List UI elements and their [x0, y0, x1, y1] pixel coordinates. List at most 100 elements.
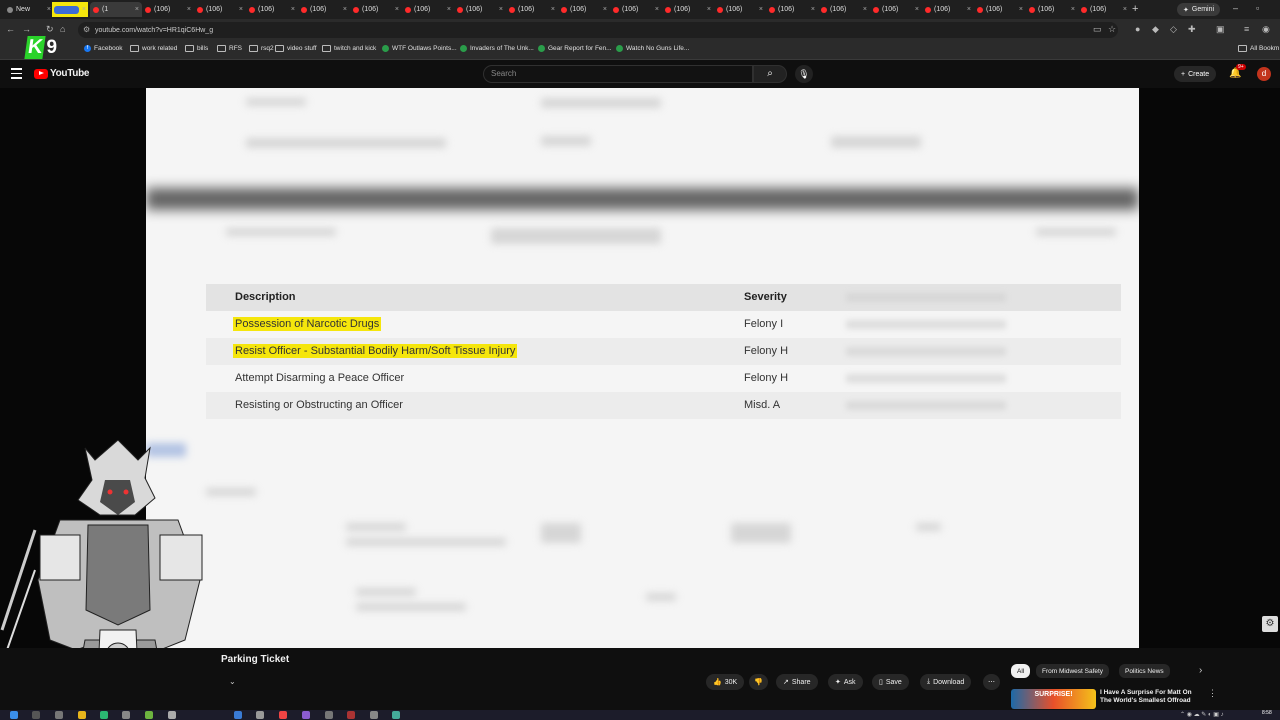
- avatar[interactable]: d: [1257, 67, 1271, 81]
- bookmark-item[interactable]: bills: [185, 45, 208, 52]
- close-tab-icon[interactable]: ×: [82, 6, 86, 13]
- settings-gear-icon[interactable]: [370, 711, 378, 719]
- like-button[interactable]: 👍 30K: [706, 674, 745, 690]
- gemini-button[interactable]: ✦ Gemini: [1177, 3, 1221, 16]
- extension-icon[interactable]: ●: [1135, 24, 1140, 34]
- ask-button[interactable]: ✦ Ask: [828, 674, 863, 690]
- voice-search-button[interactable]: 🎙: [795, 65, 813, 83]
- bookmark-item[interactable]: WTF Outlaws Points...: [382, 45, 457, 52]
- app-icon[interactable]: [256, 711, 264, 719]
- app-icon[interactable]: [168, 711, 176, 719]
- bookmark-item[interactable]: work related: [130, 45, 177, 52]
- close-tab-icon[interactable]: ×: [499, 6, 503, 13]
- search-button[interactable]: ⌕: [753, 65, 787, 83]
- bookmark-item[interactable]: Invaders of The Unk...: [460, 45, 534, 52]
- browser-tab[interactable]: (106) ×: [558, 2, 610, 17]
- chevron-down-icon[interactable]: ⌄: [229, 677, 236, 686]
- extension-icon[interactable]: ◆: [1152, 24, 1159, 35]
- chip-all[interactable]: All: [1011, 664, 1031, 678]
- windows-start-icon[interactable]: [10, 711, 18, 719]
- share-button[interactable]: ↗ Share: [776, 674, 818, 690]
- app-icon[interactable]: [234, 711, 242, 719]
- overlay-settings-icon[interactable]: ⚙: [1262, 616, 1278, 632]
- file-explorer-icon[interactable]: [78, 711, 86, 719]
- youtube-logo[interactable]: YouTube: [34, 68, 90, 79]
- reload-icon[interactable]: ↻: [46, 24, 54, 35]
- app-icon[interactable]: [302, 711, 310, 719]
- close-tab-icon[interactable]: ×: [47, 6, 51, 13]
- close-tab-icon[interactable]: ×: [343, 6, 347, 13]
- browser-tab[interactable]: (106) ×: [974, 2, 1026, 17]
- browser-tab[interactable]: (106) ×: [870, 2, 922, 17]
- more-vertical-icon[interactable]: ⋮: [1208, 688, 1217, 699]
- browser-tab[interactable]: (106) ×: [714, 2, 766, 17]
- browser-tab[interactable]: (106) ×: [194, 2, 246, 17]
- site-info-icon[interactable]: ⚙: [83, 25, 90, 34]
- close-tab-icon[interactable]: ×: [863, 6, 867, 13]
- extension-icon[interactable]: ◇: [1170, 24, 1177, 35]
- forward-icon[interactable]: →: [22, 24, 31, 34]
- menu-icon[interactable]: [11, 68, 22, 82]
- close-tab-icon[interactable]: ×: [1071, 6, 1075, 13]
- home-icon[interactable]: ⌂: [60, 24, 65, 34]
- recommended-video-thumbnail[interactable]: SURPRISE!: [1011, 689, 1096, 709]
- search-icon[interactable]: [32, 711, 40, 719]
- create-button[interactable]: + Create: [1174, 66, 1217, 82]
- task-view-icon[interactable]: [55, 711, 63, 719]
- bookmark-item[interactable]: Gear Report for Fen...: [538, 45, 612, 52]
- system-tray-icons[interactable]: ⌃ ◉ ☁ ✎ ◐ ▣ ♪: [1180, 711, 1224, 718]
- close-tab-icon[interactable]: ×: [1123, 6, 1127, 13]
- browser-tab[interactable]: (106) ×: [1078, 2, 1130, 17]
- browser-tab[interactable]: (106) ×: [350, 2, 402, 17]
- app-icon[interactable]: [145, 711, 153, 719]
- browser-tab[interactable]: ×: [52, 2, 88, 17]
- close-tab-icon[interactable]: ×: [187, 6, 191, 13]
- close-tab-icon[interactable]: ×: [655, 6, 659, 13]
- browser-tab[interactable]: (106) ×: [610, 2, 662, 17]
- browser-tab[interactable]: (106) ×: [662, 2, 714, 17]
- install-icon[interactable]: ▭: [1093, 24, 1102, 35]
- bookmark-item[interactable]: video stuff: [275, 45, 317, 52]
- close-tab-icon[interactable]: ×: [239, 6, 243, 13]
- browser-tab[interactable]: (1 ×: [90, 2, 142, 17]
- more-actions-button[interactable]: ⋯: [983, 674, 1000, 690]
- browser-tab[interactable]: (106) ×: [1026, 2, 1078, 17]
- close-tab-icon[interactable]: ×: [395, 6, 399, 13]
- maximize-button[interactable]: ▫: [1256, 3, 1259, 13]
- bookmark-item[interactable]: twitch and kick: [322, 45, 376, 52]
- save-button[interactable]: ▯ Save: [872, 674, 909, 690]
- browser-tab[interactable]: (106) ×: [142, 2, 194, 17]
- app-icon[interactable]: [100, 711, 108, 719]
- address-bar[interactable]: ⚙ youtube.com/watch?v=HR1qiC6Hw_g: [78, 22, 1118, 38]
- chip-politics-news[interactable]: Politics News: [1119, 664, 1170, 678]
- extensions-puzzle-icon[interactable]: ✚: [1188, 24, 1196, 35]
- app-icon[interactable]: [122, 711, 130, 719]
- close-tab-icon[interactable]: ×: [707, 6, 711, 13]
- new-tab-button[interactable]: +: [1132, 3, 1138, 15]
- recommended-video-title[interactable]: I Have A Surprise For Matt On The World'…: [1100, 689, 1200, 705]
- close-tab-icon[interactable]: ×: [967, 6, 971, 13]
- app-icon[interactable]: [392, 711, 400, 719]
- close-tab-icon[interactable]: ×: [811, 6, 815, 13]
- chip-from-channel[interactable]: From Midwest Safety: [1036, 664, 1110, 678]
- close-tab-icon[interactable]: ×: [291, 6, 295, 13]
- close-tab-icon[interactable]: ×: [447, 6, 451, 13]
- browser-tab[interactable]: (106) ×: [246, 2, 298, 17]
- download-button[interactable]: ⤓ Download: [920, 674, 972, 690]
- sidepanel-icon[interactable]: ▣: [1216, 24, 1225, 35]
- app-icon[interactable]: [325, 711, 333, 719]
- tab-search-icon[interactable]: ≡: [1244, 24, 1249, 34]
- browser-tab[interactable]: (106) ×: [818, 2, 870, 17]
- app-icon[interactable]: [347, 711, 355, 719]
- browser-tab[interactable]: (106) ×: [298, 2, 350, 17]
- bookmark-item[interactable]: rsq2: [249, 45, 274, 52]
- close-tab-icon[interactable]: ×: [1019, 6, 1023, 13]
- close-tab-icon[interactable]: ×: [759, 6, 763, 13]
- browser-tab[interactable]: (106) ×: [506, 2, 558, 17]
- bookmark-item[interactable]: f Facebook: [84, 45, 123, 52]
- browser-tab[interactable]: (106) ×: [454, 2, 506, 17]
- close-tab-icon[interactable]: ×: [551, 6, 555, 13]
- close-tab-icon[interactable]: ×: [135, 6, 139, 13]
- bookmark-star-icon[interactable]: ☆: [1108, 24, 1116, 35]
- browser-tab[interactable]: (106) ×: [402, 2, 454, 17]
